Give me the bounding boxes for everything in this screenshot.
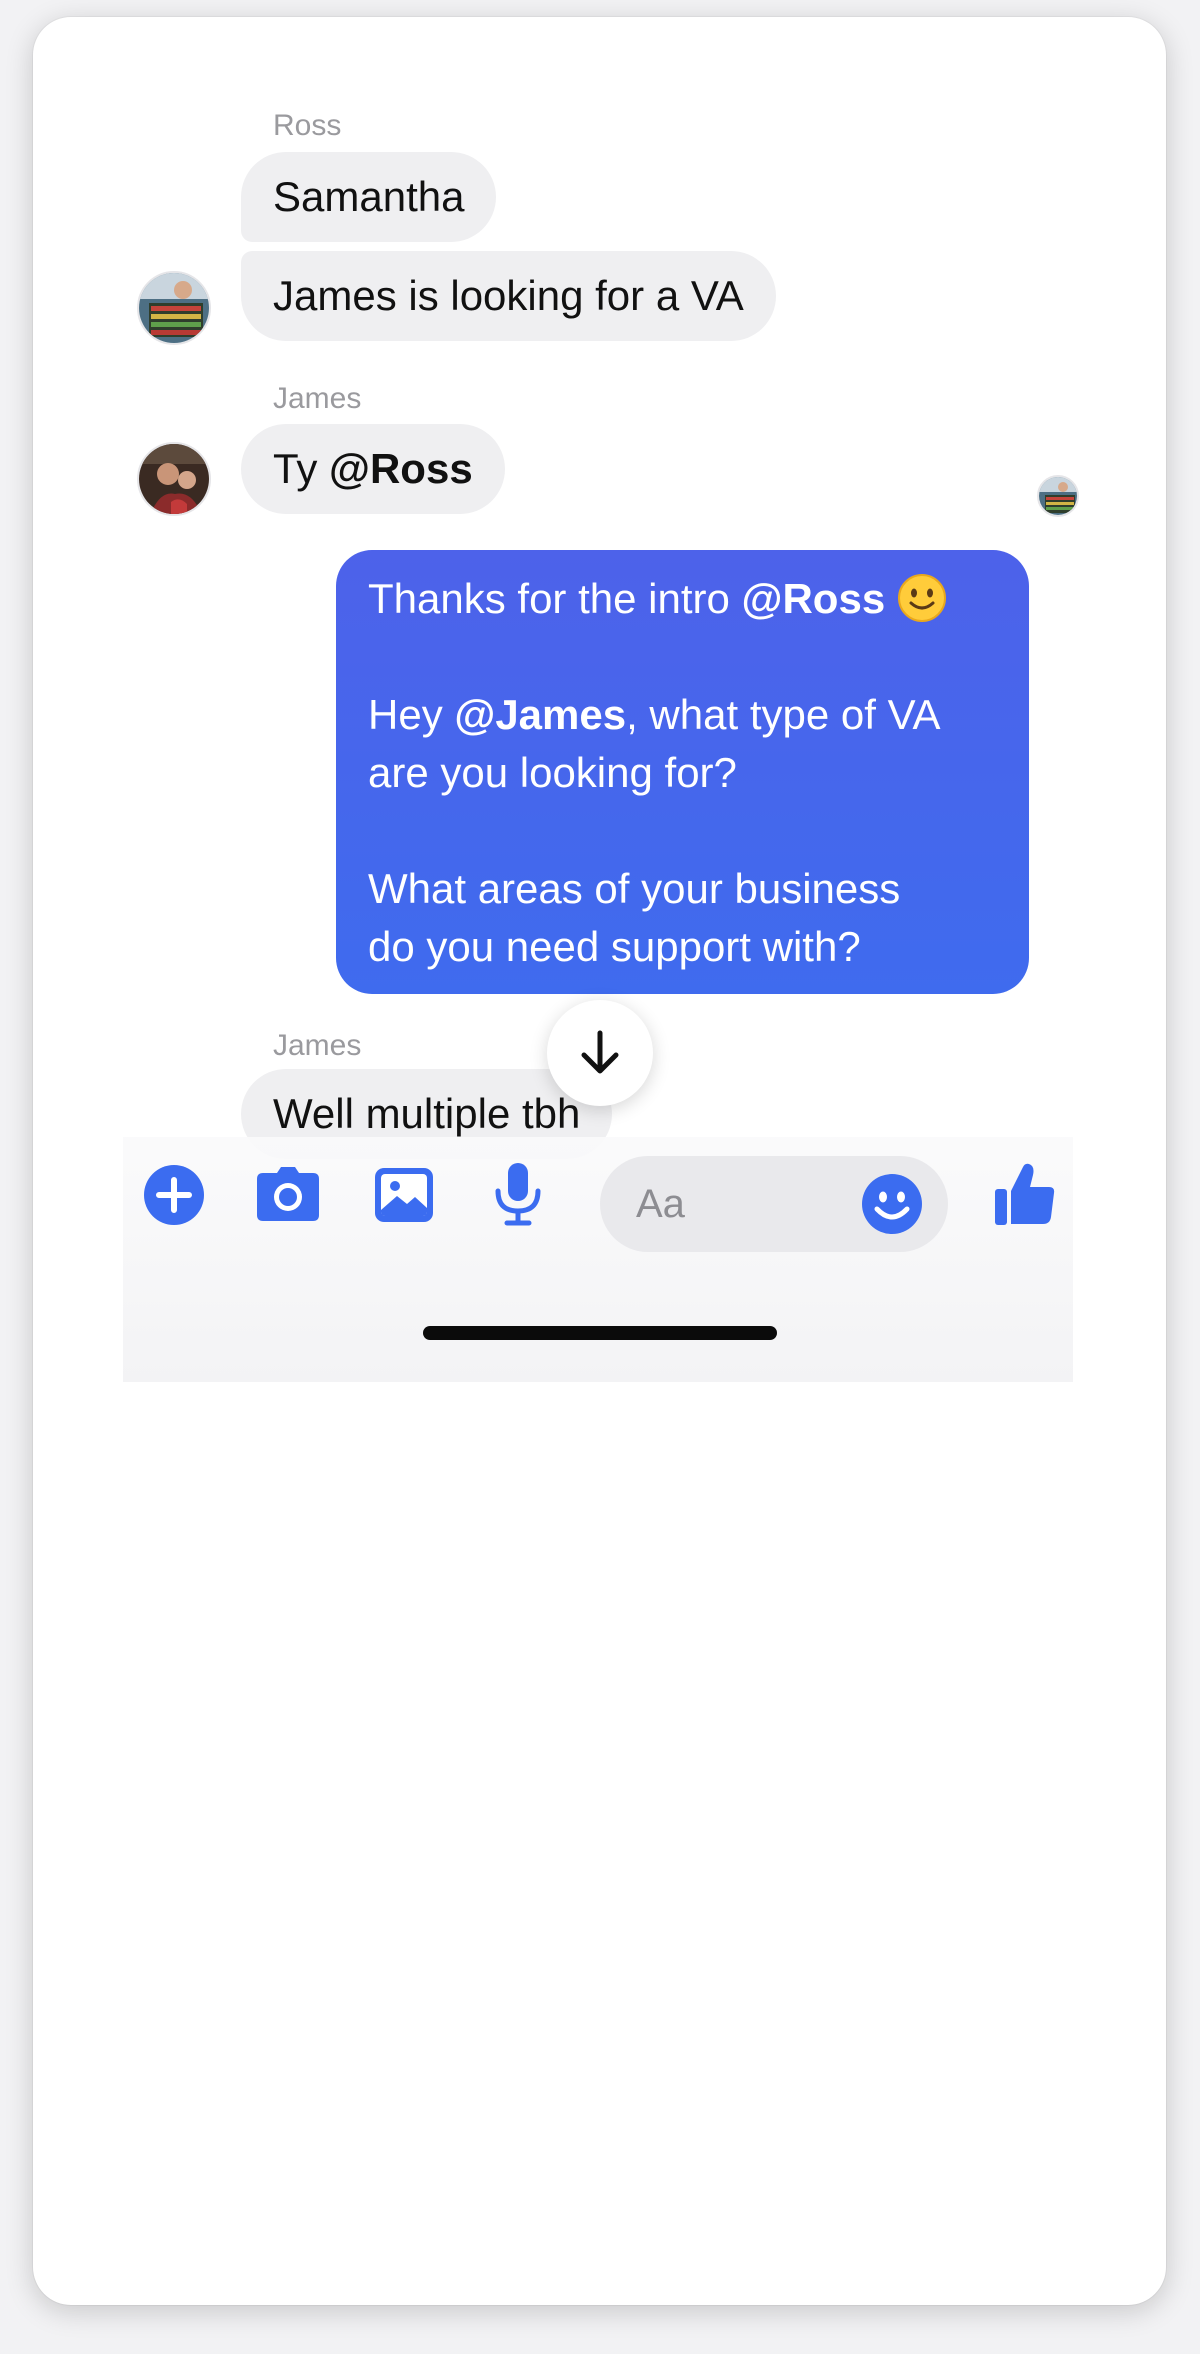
- message-text: Well multiple tbh: [273, 1090, 581, 1137]
- scroll-to-bottom-button[interactable]: [547, 1000, 653, 1106]
- outgoing-message-bubble[interactable]: Thanks for the intro @Ross Hey @James, w…: [336, 550, 1029, 994]
- thumbs-up-icon: [995, 1163, 1055, 1225]
- message-bubble[interactable]: Ty @Ross: [241, 424, 505, 514]
- mention[interactable]: @Ross: [329, 445, 473, 492]
- message-bubble[interactable]: James is looking for a VA: [241, 251, 776, 341]
- read-receipt-avatar: [1037, 475, 1079, 517]
- avatar-ross[interactable]: [137, 271, 211, 345]
- image-icon: [375, 1168, 433, 1222]
- microphone-icon: [495, 1163, 541, 1226]
- gallery-button[interactable]: [373, 1165, 435, 1225]
- sender-name-ross: Ross: [273, 109, 342, 142]
- camera-icon: [257, 1167, 319, 1221]
- slightly-smiling-emoji-icon: [897, 574, 946, 622]
- message-text: What areas of your business: [368, 865, 901, 912]
- message-input-field[interactable]: [600, 1156, 948, 1252]
- message-text: , what type of VA: [626, 691, 941, 738]
- message-bubble[interactable]: Samantha: [241, 152, 497, 242]
- mention[interactable]: @Ross: [742, 575, 886, 622]
- message-input[interactable]: [636, 1156, 846, 1252]
- like-button[interactable]: [993, 1161, 1057, 1227]
- message-text: Samantha: [273, 173, 465, 220]
- voice-button[interactable]: [493, 1161, 543, 1227]
- avatar-james[interactable]: [137, 442, 211, 516]
- add-button[interactable]: [143, 1164, 205, 1226]
- arrow-down-icon: [581, 1030, 619, 1074]
- phone-screen: Ross Samantha James is looking for a VA …: [33, 17, 1166, 2305]
- message-text: Thanks for the intro: [368, 575, 742, 622]
- plus-icon: [144, 1165, 204, 1225]
- message-text: are you looking for?: [368, 749, 737, 796]
- home-indicator: [423, 1326, 777, 1340]
- sender-name-james: James: [273, 1029, 362, 1062]
- emoji-button[interactable]: [860, 1172, 924, 1236]
- message-text: James is looking for a VA: [273, 272, 744, 319]
- message-text: Ty: [273, 445, 330, 492]
- camera-button[interactable]: [255, 1165, 321, 1223]
- sender-name-james: James: [273, 382, 362, 415]
- message-text: do you need support with?: [368, 923, 861, 970]
- emoji-icon: [862, 1174, 922, 1234]
- message-text: Hey: [368, 691, 455, 738]
- mention[interactable]: @James: [454, 691, 626, 738]
